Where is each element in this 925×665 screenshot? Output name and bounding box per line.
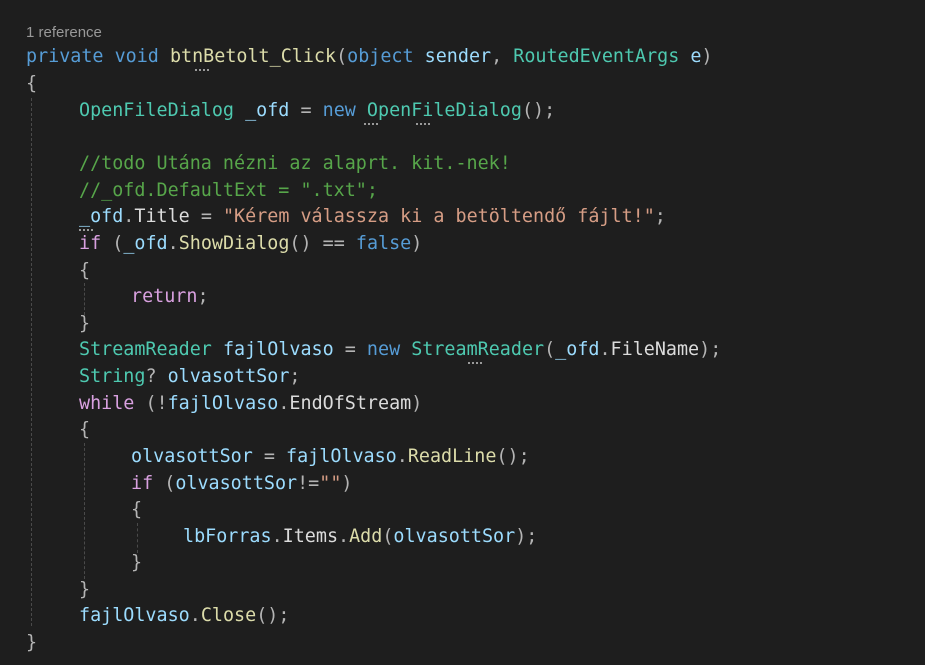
method-call: Add <box>349 526 383 547</box>
string-literal: "Kérem válassza ki a betöltendő fájlt!" <box>222 206 655 227</box>
variable: lbForras <box>183 526 272 547</box>
code-line[interactable]: if (_ofd.ShowDialog() == false) <box>79 231 422 257</box>
variable: olvasottSor <box>167 366 290 387</box>
keyword: while <box>79 393 135 414</box>
variable: olvasottSor <box>393 526 516 547</box>
code-line[interactable]: lbForras.Items.Add(olvasottSor); <box>183 524 537 550</box>
variable: fajlOlvaso <box>79 605 190 626</box>
code-line[interactable]: } <box>131 550 142 576</box>
variable: _ofd <box>245 100 290 121</box>
method-call: ShowDialog <box>178 233 290 254</box>
variable: _ofd <box>555 339 600 360</box>
parameter: sender <box>424 46 492 67</box>
code-line[interactable]: { <box>79 417 90 443</box>
indent-guide <box>31 98 32 626</box>
code-line[interactable]: } <box>26 630 37 656</box>
property: EndOfStream <box>289 393 412 414</box>
variable: fajlOlvaso <box>286 446 397 467</box>
variable: _ofd <box>123 233 168 254</box>
suggestion-dots[interactable] <box>364 119 378 125</box>
indent-guide <box>84 443 85 579</box>
type-name: OpenFileDialog <box>79 100 235 121</box>
type-name: StreamReader <box>79 339 212 360</box>
method-name: btnBetolt_Click <box>169 46 337 67</box>
parameter: e <box>690 46 702 67</box>
code-line[interactable]: private void btnBetolt_Click(object send… <box>26 44 713 70</box>
variable: fajlOlvaso <box>222 339 334 360</box>
codelens-references[interactable]: 1 reference <box>26 24 102 41</box>
property: Title <box>134 206 190 227</box>
code-line[interactable]: return; <box>131 284 209 310</box>
indent-guide <box>137 523 138 553</box>
method-call: ReadLine <box>407 446 497 467</box>
method-call: Close <box>200 605 257 626</box>
suggestion-dots[interactable] <box>468 358 482 364</box>
code-line[interactable]: { <box>26 71 37 97</box>
code-line[interactable]: { <box>79 258 90 284</box>
property: Items <box>282 526 339 547</box>
keyword: object <box>347 46 414 67</box>
keyword: if <box>79 233 102 254</box>
code-line[interactable]: { <box>131 497 142 523</box>
code-line[interactable]: } <box>79 311 90 337</box>
keyword: false <box>355 233 412 254</box>
variable: fajlOlvaso <box>167 393 279 414</box>
comment-line[interactable]: //_ofd.DefaultExt = ".txt"; <box>79 178 378 204</box>
suggestion-dots[interactable] <box>195 65 209 71</box>
keyword: if <box>131 473 154 494</box>
variable: olvasottSor <box>175 473 298 494</box>
variable: olvasottSor <box>131 446 253 467</box>
code-line[interactable]: while (!fajlOlvaso.EndOfStream) <box>79 391 422 417</box>
code-line[interactable]: String? olvasottSor; <box>79 364 300 390</box>
type-name: RoutedEventArgs <box>513 46 680 67</box>
property: FileName <box>610 339 700 360</box>
comment-line[interactable]: //todo Utána nézni az alaprt. kit.-nek! <box>79 151 511 177</box>
variable: _ofd <box>79 206 124 227</box>
code-line[interactable]: StreamReader fajlOlvaso = new StreamRead… <box>79 337 721 363</box>
keyword: new <box>366 339 401 360</box>
keyword: return <box>131 286 198 307</box>
keyword: new <box>322 100 356 121</box>
code-editor[interactable]: 1 reference private void btnBetolt_Click… <box>0 0 925 665</box>
code-line[interactable]: fajlOlvaso.Close(); <box>79 603 289 629</box>
code-line[interactable]: olvasottSor = fajlOlvaso.ReadLine(); <box>131 444 530 470</box>
string-literal: "" <box>319 473 342 494</box>
suggestion-dots[interactable] <box>416 119 430 125</box>
keyword: void <box>114 46 159 67</box>
type-name: StreamReader <box>411 339 545 360</box>
code-line[interactable]: _ofd.Title = "Kérem válassza ki a betölt… <box>79 204 666 230</box>
code-line[interactable]: OpenFileDialog _ofd = new OpenFileDialog… <box>79 98 555 124</box>
code-line[interactable]: } <box>79 577 90 603</box>
type-name: String <box>79 366 146 387</box>
keyword: private <box>26 46 104 67</box>
code-line[interactable]: if (olvasottSor!="") <box>131 471 353 497</box>
type-name: OpenFileDialog <box>366 100 522 121</box>
